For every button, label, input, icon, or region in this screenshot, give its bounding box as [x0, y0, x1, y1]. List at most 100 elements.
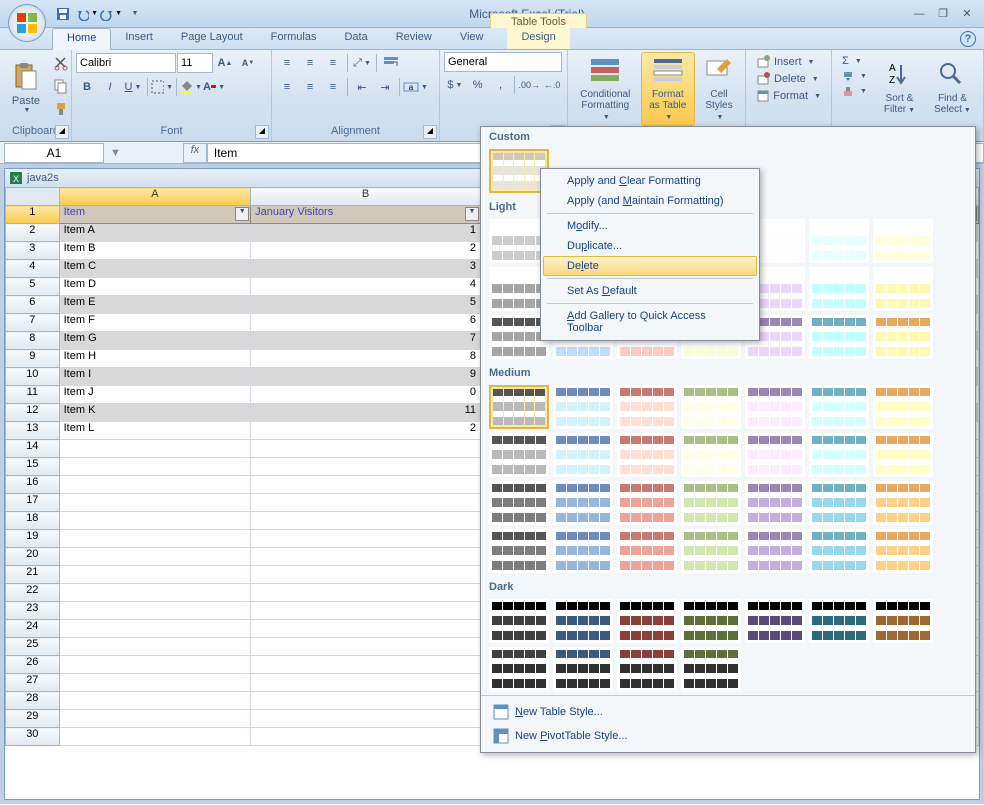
- undo-button[interactable]: ▼: [76, 3, 98, 25]
- data-cell[interactable]: 7: [251, 332, 481, 350]
- row-header[interactable]: 7: [6, 314, 60, 332]
- menu-add-qat[interactable]: Add Gallery to Quick Access Toolbar: [543, 306, 757, 338]
- name-box-dropdown[interactable]: ▼: [110, 147, 121, 159]
- tab-page-layout[interactable]: Page Layout: [167, 28, 257, 49]
- data-cell[interactable]: Item C: [59, 260, 251, 278]
- redo-button[interactable]: ▼: [100, 3, 122, 25]
- empty-cell[interactable]: [251, 638, 481, 656]
- table-style-thumb[interactable]: [745, 529, 805, 573]
- increase-indent-button[interactable]: ⇥: [374, 76, 396, 98]
- menu-apply-maintain[interactable]: Apply (and Maintain Formatting): [543, 191, 757, 211]
- menu-apply-clear[interactable]: Apply and Clear Formatting: [543, 171, 757, 191]
- table-style-thumb[interactable]: [553, 599, 613, 643]
- data-cell[interactable]: 2: [251, 242, 481, 260]
- row-header[interactable]: 21: [6, 566, 60, 584]
- fill-button[interactable]: ▼: [838, 69, 871, 83]
- row-header[interactable]: 20: [6, 548, 60, 566]
- tab-review[interactable]: Review: [382, 28, 446, 49]
- empty-cell[interactable]: [251, 494, 481, 512]
- empty-cell[interactable]: [251, 602, 481, 620]
- menu-duplicate[interactable]: Duplicate...: [543, 236, 757, 256]
- alignment-dialog-launcher[interactable]: ◢: [423, 125, 437, 139]
- empty-cell[interactable]: [59, 638, 251, 656]
- insert-cells-button[interactable]: Insert ▼: [752, 54, 825, 70]
- empty-cell[interactable]: [59, 566, 251, 584]
- align-bottom-button[interactable]: ≡: [322, 52, 344, 74]
- restore-button[interactable]: ❐: [932, 5, 954, 23]
- tab-design[interactable]: Design: [507, 28, 569, 49]
- table-style-thumb[interactable]: [873, 267, 933, 311]
- percent-button[interactable]: %: [467, 74, 489, 96]
- align-center-button[interactable]: ≡: [299, 76, 321, 98]
- table-style-thumb[interactable]: [489, 385, 549, 429]
- new-table-style-button[interactable]: New Table Style...: [485, 700, 971, 724]
- empty-cell[interactable]: [251, 656, 481, 674]
- data-cell[interactable]: 8: [251, 350, 481, 368]
- empty-cell[interactable]: [59, 674, 251, 692]
- empty-cell[interactable]: [59, 620, 251, 638]
- data-cell[interactable]: Item J: [59, 386, 251, 404]
- filter-dropdown[interactable]: ▼: [465, 207, 479, 221]
- table-style-thumb[interactable]: [745, 433, 805, 477]
- row-header[interactable]: 10: [6, 368, 60, 386]
- empty-cell[interactable]: [59, 494, 251, 512]
- table-style-thumb[interactable]: [489, 529, 549, 573]
- filter-dropdown[interactable]: ▼: [235, 207, 249, 221]
- italic-button[interactable]: I: [99, 76, 121, 98]
- empty-cell[interactable]: [59, 602, 251, 620]
- data-cell[interactable]: 2: [251, 422, 481, 440]
- table-style-thumb[interactable]: [809, 219, 869, 263]
- empty-cell[interactable]: [251, 512, 481, 530]
- empty-cell[interactable]: [59, 512, 251, 530]
- minimize-button[interactable]: —: [908, 5, 930, 23]
- row-header[interactable]: 30: [6, 728, 60, 746]
- empty-cell[interactable]: [251, 620, 481, 638]
- empty-cell[interactable]: [59, 548, 251, 566]
- row-header[interactable]: 26: [6, 656, 60, 674]
- empty-cell[interactable]: [59, 530, 251, 548]
- empty-cell[interactable]: [251, 476, 481, 494]
- table-style-thumb[interactable]: [681, 481, 741, 525]
- grow-font-button[interactable]: A▲: [214, 52, 236, 74]
- menu-modify[interactable]: Modify...: [543, 216, 757, 236]
- row-header[interactable]: 1: [6, 206, 60, 224]
- format-cells-button[interactable]: Format ▼: [752, 88, 825, 104]
- empty-cell[interactable]: [59, 728, 251, 746]
- table-style-thumb[interactable]: [489, 647, 549, 691]
- format-as-table-button[interactable]: Format as Table ▼: [641, 52, 695, 126]
- row-header[interactable]: 17: [6, 494, 60, 512]
- align-top-button[interactable]: ≡: [276, 52, 298, 74]
- row-header[interactable]: 5: [6, 278, 60, 296]
- row-header[interactable]: 18: [6, 512, 60, 530]
- data-cell[interactable]: 5: [251, 296, 481, 314]
- name-box[interactable]: [4, 143, 104, 163]
- align-left-button[interactable]: ≡: [276, 76, 298, 98]
- row-header[interactable]: 13: [6, 422, 60, 440]
- cell-styles-button[interactable]: Cell Styles ▼: [697, 52, 741, 126]
- paste-button[interactable]: Paste▼: [4, 52, 48, 123]
- align-middle-button[interactable]: ≡: [299, 52, 321, 74]
- fx-button[interactable]: fx: [183, 143, 207, 163]
- tab-view[interactable]: View: [446, 28, 498, 49]
- font-dialog-launcher[interactable]: ◢: [255, 125, 269, 139]
- row-header[interactable]: 29: [6, 710, 60, 728]
- data-cell[interactable]: Item K: [59, 404, 251, 422]
- table-style-thumb[interactable]: [617, 481, 677, 525]
- table-style-thumb[interactable]: [681, 647, 741, 691]
- table-header-cell[interactable]: January Visitors▼: [251, 206, 481, 224]
- data-cell[interactable]: Item G: [59, 332, 251, 350]
- tab-formulas[interactable]: Formulas: [257, 28, 331, 49]
- column-header[interactable]: B: [251, 188, 481, 206]
- data-cell[interactable]: 1: [251, 224, 481, 242]
- tab-home[interactable]: Home: [52, 28, 111, 50]
- increase-decimal-button[interactable]: .00→: [518, 74, 540, 96]
- data-cell[interactable]: Item H: [59, 350, 251, 368]
- table-style-thumb[interactable]: [745, 385, 805, 429]
- table-style-thumb[interactable]: [809, 433, 869, 477]
- number-format-input[interactable]: [444, 52, 562, 72]
- table-style-thumb[interactable]: [489, 481, 549, 525]
- empty-cell[interactable]: [251, 584, 481, 602]
- table-style-thumb[interactable]: [617, 599, 677, 643]
- shrink-font-button[interactable]: A▼: [237, 52, 259, 74]
- close-button[interactable]: ✕: [956, 5, 978, 23]
